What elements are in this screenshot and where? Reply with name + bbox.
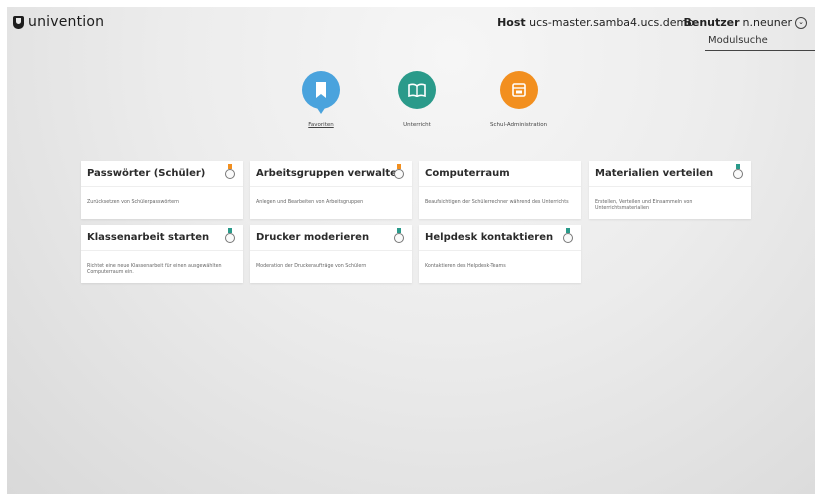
tile-title: Passwörter (Schüler)	[87, 168, 206, 179]
tile-arbeitsgruppen-verwalten[interactable]: Arbeitsgruppen verwalten Anlegen und Bea…	[250, 161, 412, 219]
category-favoriten-label: Favoriten	[308, 122, 334, 128]
host-info: Host ucs-master.samba4.ucs.demo	[497, 16, 694, 29]
category-schul-administration[interactable]: Schul-Administration	[490, 71, 547, 128]
category-bar: Favoriten Unterricht Schul-Administratio…	[7, 71, 815, 141]
tile-description: Beaufsichtigen der Schülerrechner währen…	[425, 200, 569, 205]
tile-klassenarbeit-starten[interactable]: Klassenarbeit starten Richtet eine neue …	[81, 225, 243, 283]
tile-passwoerter-schueler[interactable]: Passwörter (Schüler) Zurücksetzen von Sc…	[81, 161, 243, 219]
tile-title: Computerraum	[425, 168, 510, 179]
medal-icon	[563, 233, 573, 243]
tile-divider	[250, 186, 412, 187]
category-favoriten-circle[interactable]	[302, 71, 340, 114]
medal-icon	[733, 169, 743, 179]
favorite-badge-icon[interactable]	[225, 228, 235, 244]
tile-computerraum[interactable]: Computerraum Beaufsichtigen der Schülerr…	[419, 161, 581, 219]
univention-logo[interactable]: univention	[13, 14, 104, 30]
user-label: Benutzer	[683, 16, 740, 29]
category-unterricht[interactable]: Unterricht	[398, 71, 436, 128]
tile-drucker-moderieren[interactable]: Drucker moderieren Moderation der Drucke…	[250, 225, 412, 283]
medal-icon	[225, 233, 235, 243]
favorite-badge-icon[interactable]	[733, 164, 743, 180]
user-value: n.neuner	[742, 16, 792, 29]
favorite-badge-icon[interactable]	[225, 164, 235, 180]
tile-divider	[81, 250, 243, 251]
tile-divider	[589, 186, 751, 187]
top-bar: univention Host ucs-master.samba4.ucs.de…	[7, 7, 815, 51]
tile-description: Moderation der Druckeraufträge von Schül…	[256, 264, 367, 269]
host-value: ucs-master.samba4.ucs.demo	[529, 16, 694, 29]
category-unterricht-circle[interactable]	[398, 71, 436, 109]
favorite-badge-icon[interactable]	[394, 164, 404, 180]
user-menu[interactable]: Benutzer n.neuner ⌄	[683, 16, 807, 29]
tile-helpdesk-kontaktieren[interactable]: Helpdesk kontaktieren Kontaktieren des H…	[419, 225, 581, 283]
tile-title: Helpdesk kontaktieren	[425, 232, 554, 243]
tile-description: Erstellen, Verteilen und Einsammeln von …	[595, 200, 693, 211]
brand-name: univention	[28, 14, 105, 30]
favorite-badge-icon[interactable]	[563, 228, 573, 244]
medal-icon	[394, 169, 404, 179]
tile-materialien-verteilen[interactable]: Materialien verteilen Erstellen, Verteil…	[589, 161, 751, 219]
tile-description: Anlegen und Bearbeiten von Arbeitsgruppe…	[256, 200, 364, 205]
tile-divider	[250, 250, 412, 251]
tile-title: Arbeitsgruppen verwalten	[256, 168, 405, 179]
tile-description: Richtet eine neue Klassenarbeit für eine…	[87, 264, 222, 275]
module-search-input[interactable]: Modulsuche	[705, 35, 815, 51]
book-icon	[408, 83, 426, 97]
bookmark-icon	[316, 82, 326, 98]
tile-title: Materialien verteilen	[595, 168, 714, 179]
tile-description: Kontaktieren des Helpdesk-Teams	[425, 264, 506, 269]
tile-divider	[419, 186, 581, 187]
tile-description: Zurücksetzen von Schülerpasswörtern	[87, 200, 180, 205]
tile-title: Drucker moderieren	[256, 232, 370, 243]
category-favoriten[interactable]: Favoriten	[302, 71, 340, 128]
univention-logo-icon	[13, 15, 24, 29]
chevron-down-icon[interactable]: ⌄	[795, 16, 807, 29]
tile-divider	[419, 250, 581, 251]
app-window: univention Host ucs-master.samba4.ucs.de…	[7, 7, 815, 494]
favorite-badge-icon[interactable]	[394, 228, 404, 244]
category-unterricht-label: Unterricht	[403, 122, 431, 128]
category-schul-administration-label: Schul-Administration	[490, 122, 548, 128]
category-schul-administration-circle[interactable]	[499, 71, 538, 109]
host-label: Host	[497, 16, 526, 29]
school-admin-icon	[511, 83, 526, 97]
medal-icon	[394, 233, 404, 243]
tile-title: Klassenarbeit starten	[87, 232, 210, 243]
medal-icon	[225, 169, 235, 179]
tile-divider	[81, 186, 243, 187]
